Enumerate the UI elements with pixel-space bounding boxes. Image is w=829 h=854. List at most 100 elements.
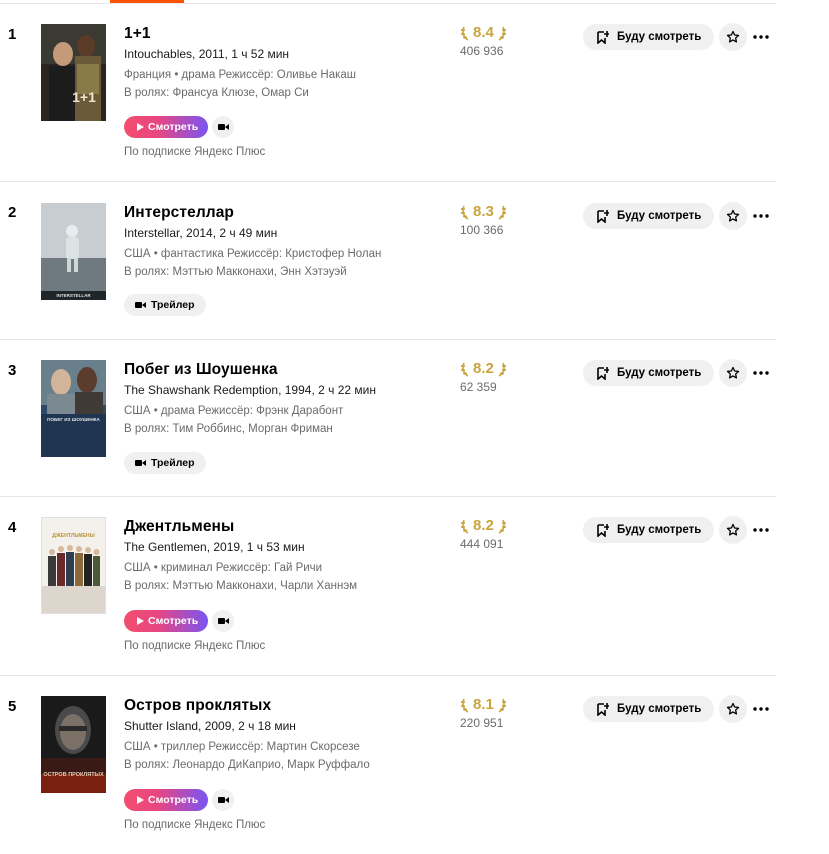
rating: 8.2: [460, 517, 507, 534]
laurel-icon: [498, 205, 506, 220]
vote-count: 444 091: [460, 537, 504, 551]
watch-button[interactable]: Смотреть: [124, 610, 209, 632]
video-camera-icon: [217, 618, 229, 624]
trailer-button-label: Трейлер: [151, 299, 195, 311]
movie-title[interactable]: Джентльмены: [124, 517, 444, 537]
playback-actions: Смотреть: [124, 789, 235, 811]
movie-original-title: The Shawshank Redemption, 1994, 2 ч 22 м…: [124, 383, 376, 397]
laurel-icon: [461, 698, 469, 713]
star-icon: [726, 523, 740, 536]
more-button[interactable]: [752, 27, 770, 47]
rate-button[interactable]: [719, 516, 747, 544]
movie-cast: В ролях: Мэттью Макконахи, Чарли Ханнэм: [124, 580, 358, 592]
watch-button[interactable]: Смотреть: [124, 116, 209, 138]
trailer-icon-button[interactable]: [212, 116, 235, 138]
laurel-icon: [461, 26, 469, 41]
trailer-button[interactable]: Трейлер: [124, 294, 206, 316]
trailer-button-label: Трейлер: [151, 457, 195, 469]
rank-number: 3: [8, 362, 17, 379]
rating-value: 8.1: [473, 696, 494, 713]
rating: 8.3: [460, 203, 507, 220]
laurel-icon: [461, 205, 469, 220]
watchlist-button-label: Буду смотреть: [617, 703, 702, 715]
star-icon: [726, 702, 740, 715]
laurel-icon: [461, 362, 469, 377]
watchlist-button[interactable]: Буду смотреть: [583, 696, 714, 722]
laurel-icon: [498, 362, 506, 377]
playback-actions: Смотреть: [124, 116, 235, 138]
movie-info: Джентльмены The Gentlemen, 2019, 1 ч 53 …: [124, 517, 444, 595]
movie-meta: США • фантастика Режиссёр: Кристофер Нол…: [124, 248, 382, 260]
movie-poster[interactable]: ОСТРОВ ПРОКЛЯТЫХ: [41, 696, 106, 793]
trailer-button[interactable]: Трейлер: [124, 452, 206, 474]
movie-poster[interactable]: 1+1: [41, 24, 106, 121]
rating-value: 8.2: [473, 517, 494, 534]
laurel-icon: [498, 519, 506, 534]
watchlist-button[interactable]: Буду смотреть: [583, 517, 714, 543]
rate-button[interactable]: [719, 359, 747, 387]
vote-count: 62 359: [460, 380, 497, 394]
movie-poster[interactable]: INTERSTELLAR: [41, 203, 106, 300]
subscription-note: По подписке Яндекс Плюс: [124, 640, 266, 652]
rate-button[interactable]: [719, 202, 747, 230]
movie-list: 1 1+1 1+1 Intouchables, 2011, 1 ч 52 мин…: [0, 4, 776, 854]
more-dots-icon: [753, 371, 769, 375]
watchlist-button-label: Буду смотреть: [617, 367, 702, 379]
movie-title[interactable]: 1+1: [124, 24, 444, 44]
rating-value: 8.3: [473, 203, 494, 220]
movie-title[interactable]: Остров проклятых: [124, 696, 444, 716]
play-icon: [137, 796, 144, 804]
watchlist-button[interactable]: Буду смотреть: [583, 203, 714, 229]
movie-poster[interactable]: ДЖЕНТЛЬМЕНЫ: [41, 517, 106, 614]
movie-title[interactable]: Интерстеллар: [124, 203, 444, 223]
video-camera-icon: [217, 797, 229, 803]
subscription-note: По подписке Яндекс Плюс: [124, 146, 266, 158]
bookmark-add-icon: [597, 209, 609, 223]
watchlist-button[interactable]: Буду смотреть: [583, 360, 714, 386]
movie-original-title: Intouchables, 2011, 1 ч 52 мин: [124, 47, 290, 61]
rate-button[interactable]: [719, 695, 747, 723]
movie-title[interactable]: Побег из Шоушенка: [124, 360, 444, 380]
watchlist-button[interactable]: Буду смотреть: [583, 24, 714, 50]
movie-meta: США • триллер Режиссёр: Мартин Скорсезе: [124, 741, 360, 753]
more-button[interactable]: [752, 520, 770, 540]
movie-row: 5 ОСТРОВ ПРОКЛЯТЫХ Остров проклятых Shut…: [0, 676, 776, 854]
poster-title-text: INTERSTELLAR: [56, 293, 91, 298]
trailer-icon-button[interactable]: [212, 789, 235, 811]
poster-title-text: ДЖЕНТЛЬМЕНЫ: [52, 533, 94, 539]
watch-button-label: Смотреть: [148, 794, 199, 806]
movie-poster[interactable]: ПОБЕГ ИЗ ШОУШЕНКА: [41, 360, 106, 457]
trailer-icon-button[interactable]: [212, 610, 235, 632]
vote-count: 406 936: [460, 44, 504, 58]
movie-info: 1+1 Intouchables, 2011, 1 ч 52 мин Франц…: [124, 24, 444, 102]
watchlist-button-label: Буду смотреть: [617, 210, 702, 222]
movie-row: 3 ПОБЕГ ИЗ ШОУШЕНКА Побег из Шоушенка Th…: [0, 340, 776, 497]
playback-actions: Смотреть: [124, 610, 235, 632]
video-camera-icon: [135, 460, 146, 466]
more-button[interactable]: [752, 699, 770, 719]
star-icon: [726, 30, 740, 43]
more-button[interactable]: [752, 363, 770, 383]
watch-button-label: Смотреть: [148, 615, 199, 627]
star-icon: [726, 209, 740, 222]
rank-number: 1: [8, 26, 17, 43]
rate-button[interactable]: [719, 23, 747, 51]
more-button[interactable]: [752, 206, 770, 226]
video-camera-icon: [217, 124, 229, 130]
poster-title-text: ОСТРОВ ПРОКЛЯТЫХ: [43, 772, 104, 778]
movie-cast: В ролях: Тим Роббинс, Морган Фриман: [124, 423, 333, 435]
rank-number: 5: [8, 698, 17, 715]
watch-button-label: Смотреть: [148, 121, 199, 133]
rating: 8.4: [460, 24, 507, 41]
video-camera-icon: [135, 302, 146, 308]
more-dots-icon: [753, 35, 769, 39]
bookmark-add-icon: [597, 30, 609, 44]
movie-row: 1 1+1 1+1 Intouchables, 2011, 1 ч 52 мин…: [0, 4, 776, 182]
rating: 8.2: [460, 360, 507, 377]
play-icon: [137, 617, 144, 625]
play-icon: [137, 123, 144, 131]
watch-button[interactable]: Смотреть: [124, 789, 209, 811]
watchlist-button-label: Буду смотреть: [617, 31, 702, 43]
movie-info: Остров проклятых Shutter Island, 2009, 2…: [124, 696, 444, 774]
bookmark-add-icon: [597, 366, 609, 380]
